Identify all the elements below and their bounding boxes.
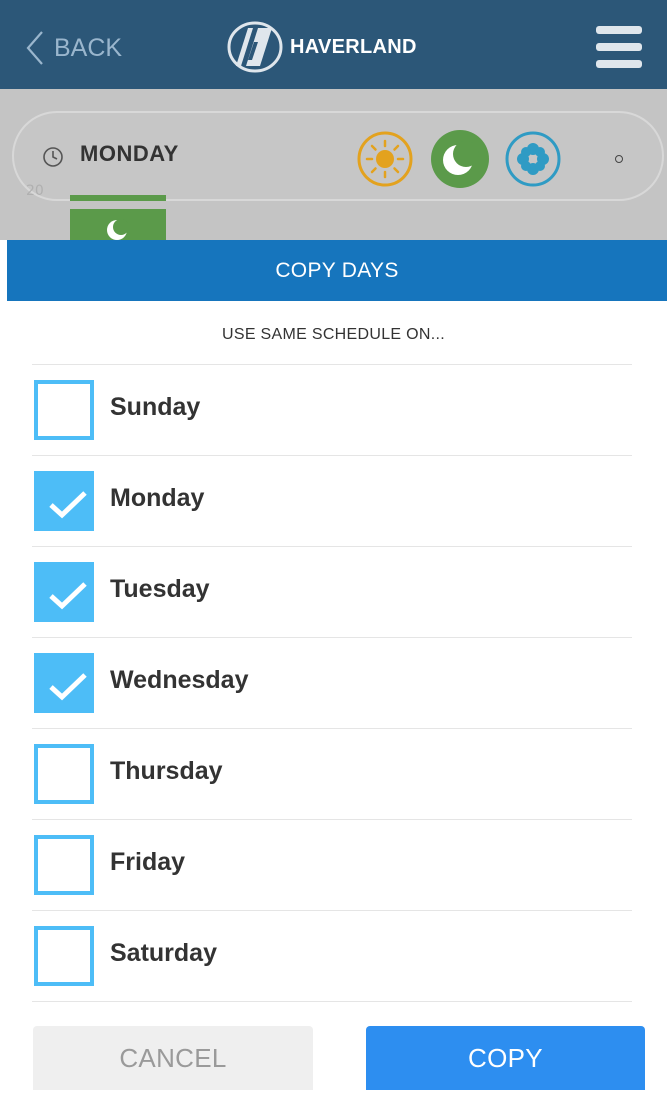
moon-icon	[107, 219, 128, 240]
partial-hour-label: 20	[26, 183, 44, 199]
schedule-bar	[70, 195, 166, 201]
day-label: Thursday	[110, 757, 223, 785]
copy-days-dialog: COPY DAYS USE SAME SCHEDULE ON... Sunday…	[0, 240, 667, 1109]
day-row-sunday[interactable]: Sunday	[32, 365, 632, 456]
hamburger-menu-icon	[596, 26, 642, 34]
copy-button[interactable]: COPY	[366, 1026, 645, 1090]
day-row-friday[interactable]: Friday	[32, 820, 632, 911]
cancel-button[interactable]: CANCEL	[33, 1026, 313, 1090]
day-list: Sunday Monday Tuesday Wednesday Thursday…	[32, 364, 632, 1002]
chevron-left-icon	[26, 31, 43, 65]
clock-icon	[43, 147, 63, 167]
day-label: Sunday	[110, 393, 201, 421]
day-label: Friday	[110, 848, 186, 876]
top-header-bar: BACK HAVERLAND	[0, 0, 667, 89]
dialog-subtitle: USE SAME SCHEDULE ON...	[222, 326, 445, 343]
snowflake-icon	[505, 131, 561, 187]
moon-icon	[431, 130, 489, 188]
day-row-saturday[interactable]: Saturday	[32, 911, 632, 1002]
app-screen: BACK HAVERLAND MONDAY 20 COPY DAYS USE S…	[0, 0, 667, 1109]
day-row-tuesday[interactable]: Tuesday	[32, 547, 632, 638]
day-label: Wednesday	[110, 666, 249, 694]
brand-logo: HAVERLAND	[226, 20, 417, 74]
dialog-title: COPY DAYS	[275, 258, 399, 282]
dialog-title-bar: COPY DAYS	[7, 240, 667, 301]
day-name: MONDAY	[80, 141, 179, 166]
day-label: Tuesday	[110, 575, 210, 603]
day-checkbox-monday[interactable]	[34, 471, 94, 531]
day-label: Monday	[110, 484, 205, 512]
checkmark-icon	[49, 582, 87, 610]
back-label: BACK	[54, 33, 123, 62]
hamburger-menu-button[interactable]	[596, 26, 642, 68]
checkmark-icon	[49, 673, 87, 701]
day-row-thursday[interactable]: Thursday	[32, 729, 632, 820]
day-card: MONDAY	[12, 111, 664, 201]
day-label: Saturday	[110, 939, 217, 967]
day-checkbox-sunday[interactable]	[34, 380, 94, 440]
day-checkbox-thursday[interactable]	[34, 744, 94, 804]
dot-icon	[615, 155, 623, 163]
schedule-block	[70, 209, 166, 241]
back-button[interactable]: BACK	[26, 28, 122, 68]
background-schedule-overlay: MONDAY 20	[0, 89, 667, 241]
day-checkbox-tuesday[interactable]	[34, 562, 94, 622]
brand-name: HAVERLAND	[290, 35, 417, 58]
day-checkbox-saturday[interactable]	[34, 926, 94, 986]
sun-icon	[357, 131, 413, 187]
haverland-logo-icon	[227, 21, 283, 73]
day-checkbox-friday[interactable]	[34, 835, 94, 895]
checkmark-icon	[49, 491, 87, 519]
day-row-wednesday[interactable]: Wednesday	[32, 638, 632, 729]
day-checkbox-wednesday[interactable]	[34, 653, 94, 713]
day-row-monday[interactable]: Monday	[32, 456, 632, 547]
